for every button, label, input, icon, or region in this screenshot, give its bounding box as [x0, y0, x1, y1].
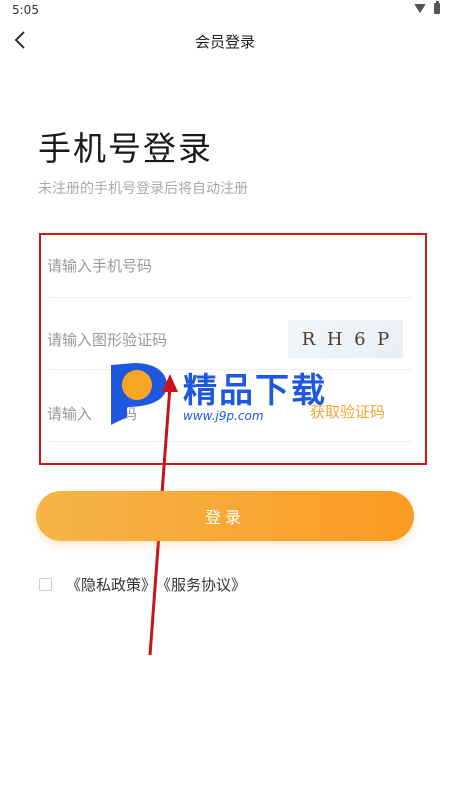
watermark-url: www.j9p.com: [183, 409, 264, 423]
battery-icon: [434, 1, 440, 14]
watermark-logo-icon: [111, 363, 167, 425]
header: 会员登录: [0, 22, 450, 58]
agreement-checkbox[interactable]: [39, 578, 52, 591]
service-agreement-link[interactable]: 《服务协议》: [156, 574, 246, 595]
status-bar: 5:05: [0, 0, 450, 22]
status-time: 5:05: [12, 3, 39, 17]
login-button[interactable]: 登录: [36, 491, 414, 541]
privacy-policy-link[interactable]: 《隐私政策》: [66, 574, 156, 595]
login-subtitle: 未注册的手机号登录后将自动注册: [38, 181, 248, 197]
status-icons: [414, 1, 440, 14]
agreement-row: 《隐私政策》 《服务协议》: [39, 574, 246, 595]
watermark: 精品下载 www.j9p.com: [97, 355, 362, 435]
header-title: 会员登录: [194, 33, 255, 51]
watermark-title: 精品下载: [183, 371, 327, 411]
wifi-icon: [414, 4, 426, 13]
page-title: 手机号登录: [38, 129, 213, 168]
